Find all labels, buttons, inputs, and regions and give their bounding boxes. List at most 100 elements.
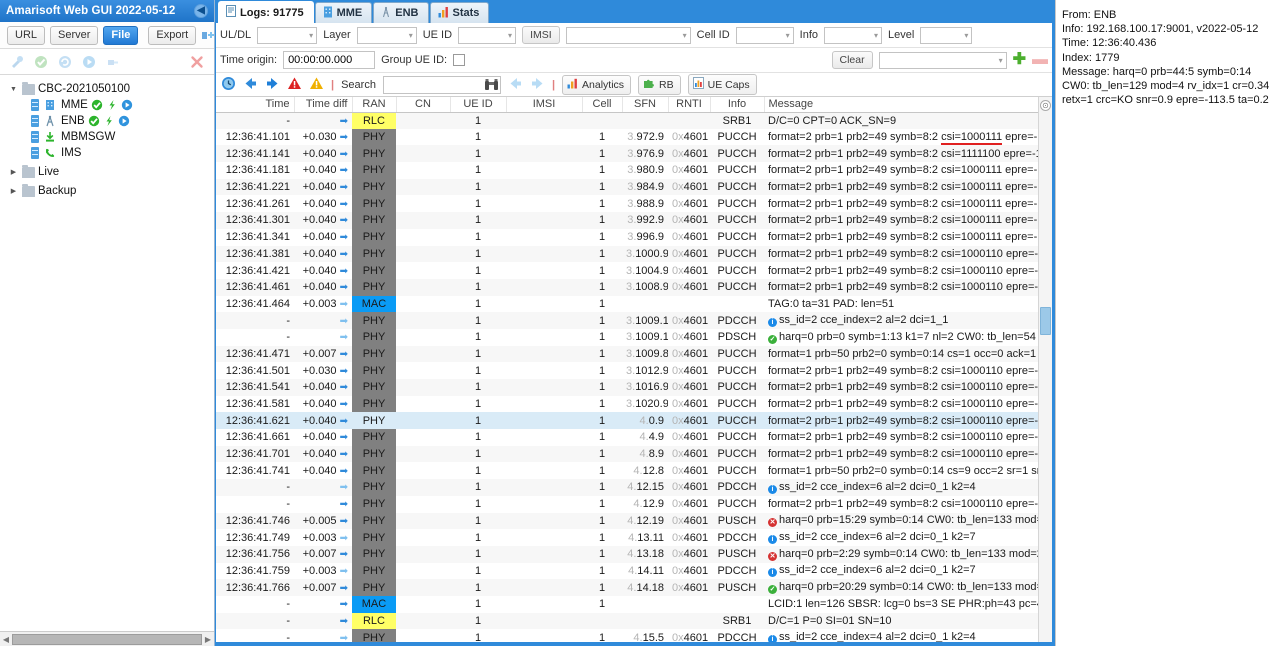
tab-stats[interactable]: Stats: [429, 2, 490, 23]
tab-enb[interactable]: ENB: [373, 2, 429, 23]
preset-select[interactable]: ▾: [878, 51, 1007, 69]
table-row[interactable]: 12:36:41.421 +0.040 ➡ PHY 1 1 3.1004.9 0x4601 P…: [216, 262, 1038, 279]
table-row[interactable]: 12:36:41.341 +0.040 ➡ PHY 1 1 3.996.9 0x4601 PU…: [216, 228, 1038, 246]
table-row[interactable]: 12:36:41.741 +0.040 ➡ PHY 1 1 4.12.8 0x4601 PUC…: [216, 462, 1038, 480]
chevron-left-icon[interactable]: ◀: [194, 4, 208, 18]
th-rnti[interactable]: RNTI: [668, 97, 711, 113]
th-imsi[interactable]: IMSI: [506, 97, 583, 113]
ue-caps-button[interactable]: UE Caps: [687, 74, 757, 95]
table-row[interactable]: 12:36:41.141 +0.040 ➡ PHY 1 1 3.976.9 0x4601 PU…: [216, 145, 1038, 163]
log-vertical-scrollbar[interactable]: ⊙: [1038, 97, 1052, 642]
table-row[interactable]: 12:36:41.301 +0.040 ➡ PHY 1 1 3.992.9 0x4601 PU…: [216, 212, 1038, 229]
th-sfn[interactable]: SFN: [622, 97, 669, 113]
info-select[interactable]: ▾: [824, 26, 883, 44]
table-row[interactable]: 12:36:41.541 +0.040 ➡ PHY 1 1 3.1016.9 0x4601 P…: [216, 379, 1038, 396]
refresh-icon[interactable]: [57, 54, 73, 70]
warning-triangle-icon[interactable]: [309, 76, 324, 93]
table-row[interactable]: 12:36:41.759 +0.003 ➡ PHY 1 1 4.14.11 0x4601 PD…: [216, 562, 1038, 580]
error-triangle-icon[interactable]: [287, 76, 302, 93]
table-row[interactable]: 12:36:41.746 +0.005 ➡ PHY 1 1 4.12.19 0x4601 PU…: [216, 512, 1038, 530]
add-node-icon[interactable]: [201, 27, 215, 43]
table-row[interactable]: 12:36:41.661 +0.040 ➡ PHY 1 1 4.4.9 0x4601 PUCC…: [216, 429, 1038, 446]
arrow-right-pale-icon[interactable]: [530, 76, 545, 93]
table-row[interactable]: - ➡ PHY 1 1 3.1009.1 0x4601 PDCCH i ss_id=2 cce_…: [216, 312, 1038, 329]
layer-select[interactable]: ▾: [356, 26, 417, 44]
table-row[interactable]: 12:36:41.701 +0.040 ➡ PHY 1 1 4.8.9 0x4601 PUCC…: [216, 445, 1038, 463]
table-row[interactable]: 12:36:41.756 +0.007 ➡ PHY 1 1 4.13.18 0x4601 PU…: [216, 545, 1038, 563]
table-row[interactable]: - ➡ PHY 1 1 4.12.15 0x4601 PDCCH i ss_id=2 cce_i…: [216, 479, 1038, 496]
chevron-right-icon[interactable]: ▶: [8, 187, 19, 195]
file-button[interactable]: File: [103, 25, 139, 45]
scroll-thumb[interactable]: [12, 633, 202, 645]
rb-button[interactable]: RB: [638, 74, 681, 95]
imsi-button[interactable]: IMSI: [522, 26, 560, 44]
table-row[interactable]: 12:36:41.261 +0.040 ➡ PHY 1 1 3.988.9 0x4601 PU…: [216, 195, 1038, 213]
tree-item-mme[interactable]: MME: [4, 97, 214, 113]
arrow-left-pale-icon[interactable]: [508, 76, 523, 93]
th-ran[interactable]: RAN: [352, 97, 397, 113]
level-select[interactable]: ▾: [920, 26, 973, 44]
table-row[interactable]: 12:36:41.621 +0.040 ➡ PHY 1 1 4.0.9 0x4601 PUCC…: [216, 412, 1038, 430]
tree-item-mbmsgw[interactable]: MBMSGW: [4, 129, 214, 145]
table-row[interactable]: 12:36:41.221 +0.040 ➡ PHY 1 1 3.984.9 0x4601 PU…: [216, 178, 1038, 196]
tree-item-live[interactable]: ▶ Live: [4, 164, 214, 180]
th-message[interactable]: Message: [764, 97, 1038, 113]
cellid-select[interactable]: ▾: [735, 26, 794, 44]
scroll-handle-icon[interactable]: ⊙: [1040, 100, 1051, 111]
table-row[interactable]: - ➡ PHY 1 1 3.1009.1 0x4601 PDSCH ✓ harq=0 prb=0…: [216, 328, 1038, 346]
table-row[interactable]: 12:36:41.101 +0.030 ➡ PHY 1 1 3.972.9 0x4601 PU…: [216, 128, 1038, 146]
url-button[interactable]: URL: [7, 25, 46, 45]
table-row[interactable]: 12:36:41.501 +0.030 ➡ PHY 1 1 3.1012.9 0x4601 P…: [216, 362, 1038, 379]
th-cn[interactable]: CN: [396, 97, 451, 113]
check-circle-icon[interactable]: [33, 54, 49, 70]
table-row[interactable]: 12:36:41.749 +0.003 ➡ PHY 1 1 4.13.11 0x4601 PD…: [216, 529, 1038, 546]
binoculars-icon[interactable]: [484, 77, 499, 95]
clock-icon[interactable]: [221, 76, 236, 93]
time-origin-input[interactable]: [283, 51, 376, 69]
table-row[interactable]: 12:36:41.766 +0.007 ➡ PHY 1 1 4.14.18 0x4601 PU…: [216, 579, 1038, 596]
wrench-icon[interactable]: [9, 54, 25, 70]
table-row[interactable]: 12:36:41.581 +0.040 ➡ PHY 1 1 3.1020.9 0x4601 P…: [216, 395, 1038, 413]
table-row[interactable]: 12:36:41.381 +0.040 ➡ PHY 1 1 3.1000.9 0x4601 P…: [216, 245, 1038, 263]
group-ueid-checkbox[interactable]: [453, 54, 466, 66]
th-time[interactable]: Time: [216, 97, 295, 113]
minus-icon[interactable]: ▬: [1032, 52, 1048, 68]
chevron-right-icon[interactable]: ▶: [8, 168, 19, 176]
th-cell[interactable]: Cell: [582, 97, 623, 113]
clear-button[interactable]: Clear: [831, 51, 873, 69]
analytics-button[interactable]: Analytics: [562, 74, 632, 95]
tree-item-enb[interactable]: ENB: [4, 113, 214, 129]
play-circle-icon[interactable]: [81, 54, 97, 70]
table-row[interactable]: - ➡ RLC 1 SRB1 D/C=1 P=0 SI=01 SN=10: [216, 612, 1038, 630]
delete-x-icon[interactable]: [189, 54, 205, 70]
tree-item-backup[interactable]: ▶ Backup: [4, 183, 214, 199]
tree-horizontal-scrollbar[interactable]: ◀ ▶: [0, 631, 214, 646]
arrow-right-blue-icon[interactable]: [265, 76, 280, 93]
tab-logs[interactable]: Logs: 91775: [218, 1, 314, 23]
plus-icon[interactable]: ✚: [1013, 52, 1026, 68]
server-button[interactable]: Server: [50, 25, 99, 45]
table-row[interactable]: 12:36:41.181 +0.040 ➡ PHY 1 1 3.980.9 0x4601 PU…: [216, 162, 1038, 179]
arrow-left-blue-icon[interactable]: [243, 76, 258, 93]
scroll-thumb[interactable]: [1040, 307, 1051, 335]
tree-item-root[interactable]: ▼ CBC-2021050100: [4, 81, 214, 97]
chevron-down-icon[interactable]: ▼: [8, 86, 19, 93]
th-ue-id[interactable]: UE ID: [450, 97, 507, 113]
table-row[interactable]: 12:36:41.464 +0.003 ➡ MAC 1 1 TAG:0 ta=31 PAD…: [216, 295, 1038, 313]
scroll-left-arrow-icon[interactable]: ◀: [0, 635, 12, 644]
table-row[interactable]: 12:36:41.471 +0.007 ➡ PHY 1 1 3.1009.8 0x4601 P…: [216, 345, 1038, 363]
th-time-diff[interactable]: Time diff: [294, 97, 353, 113]
th-info[interactable]: Info: [710, 97, 765, 113]
ueid-select[interactable]: ▾: [458, 26, 517, 44]
uldl-select[interactable]: ▾: [257, 26, 318, 44]
imsi-select[interactable]: ▾: [565, 26, 691, 44]
scroll-right-arrow-icon[interactable]: ▶: [202, 635, 214, 644]
table-row[interactable]: - ➡ MAC 1 1 LCID:1 len=126 SBSR: lcg=0 bs=3 …: [216, 595, 1038, 613]
tab-mme[interactable]: MME: [314, 2, 373, 23]
table-row[interactable]: - ➡ PHY 1 1 4.15.5 0x4601 PDCCH i ss_id=2 cce_in…: [216, 629, 1038, 642]
table-row[interactable]: - ➡ PHY 1 1 4.12.9 0x4601 PUCCH format=2 prb=1 …: [216, 495, 1038, 513]
plug-icon[interactable]: [105, 54, 121, 70]
table-row[interactable]: 12:36:41.461 +0.040 ➡ PHY 1 1 3.1008.9 0x4601 P…: [216, 278, 1038, 296]
export-button[interactable]: Export: [148, 25, 197, 45]
table-row[interactable]: - ➡ RLC 1 SRB1 D/C=0 CPT=0 ACK_SN=9: [216, 112, 1038, 129]
